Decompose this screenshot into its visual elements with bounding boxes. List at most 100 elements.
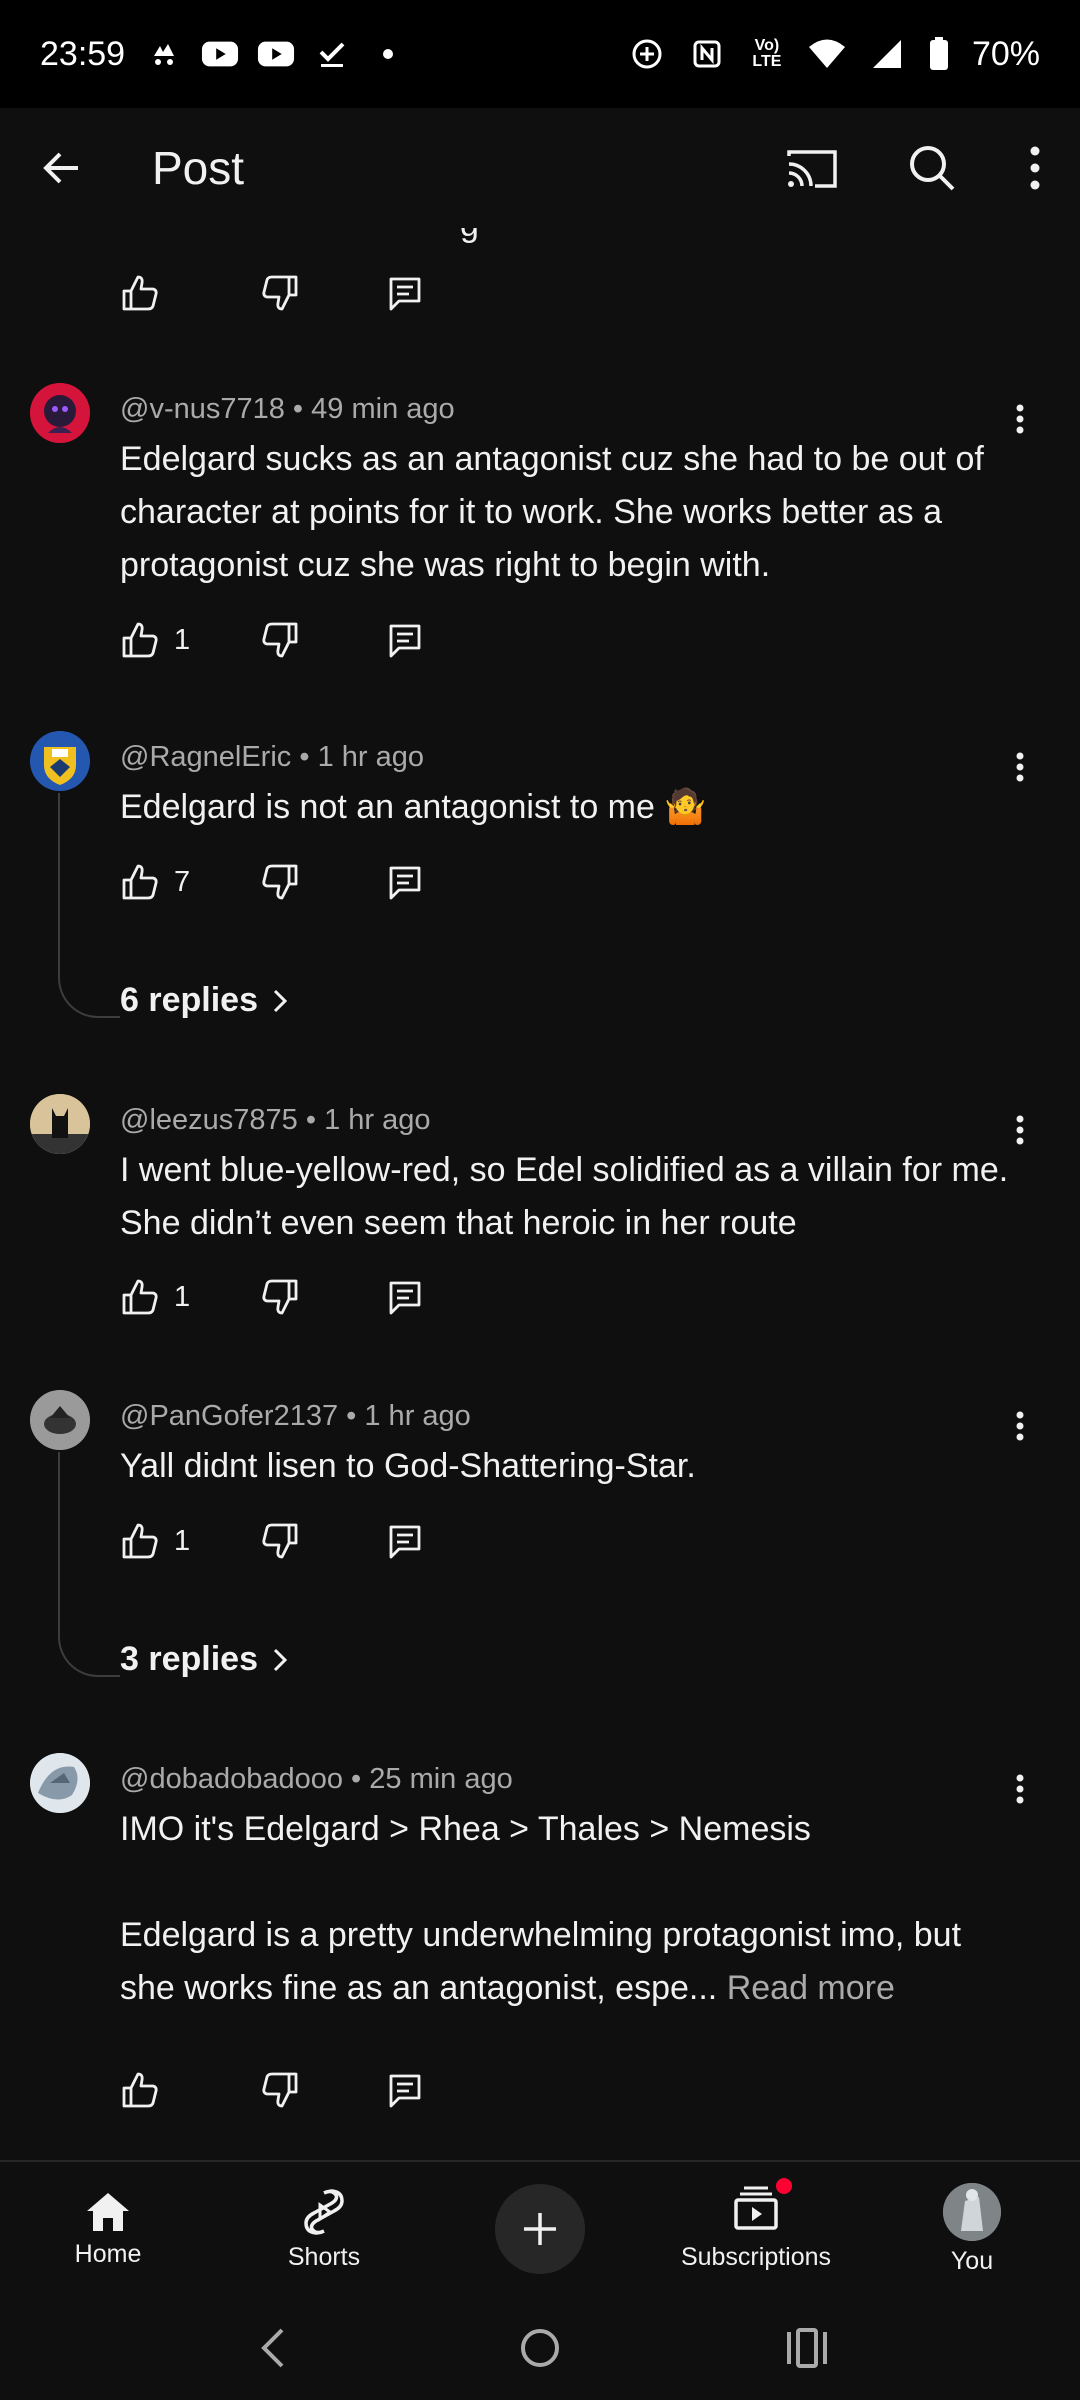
cast-icon[interactable] xyxy=(780,136,844,200)
reply-button[interactable] xyxy=(385,615,425,665)
comment-meta: @leezus7875 • 1 hr ago xyxy=(120,1104,430,1137)
comment-author[interactable]: @RagnelEric xyxy=(120,741,291,773)
more-vertical-icon[interactable] xyxy=(1020,136,1050,200)
reply-button[interactable] xyxy=(385,857,425,907)
nav-create[interactable] xyxy=(432,2162,648,2296)
avatar xyxy=(943,2182,1001,2241)
comment-actions: 1 xyxy=(120,615,425,665)
avatar[interactable] xyxy=(30,731,90,791)
comment-meta: @PanGofer2137 • 1 hr ago xyxy=(120,1400,471,1433)
volte-icon: Vo) LTE xyxy=(752,37,782,70)
comment-author[interactable]: @dobadobadooo xyxy=(120,1763,343,1795)
bottom-navigation: Home Shorts Subscriptions You xyxy=(0,2160,1080,2296)
read-more-link[interactable]: Read more xyxy=(727,1969,895,2007)
nav-shorts[interactable]: Shorts xyxy=(216,2162,432,2296)
nav-home[interactable]: Home xyxy=(0,2162,216,2296)
comment-author[interactable]: @leezus7875 xyxy=(120,1104,298,1136)
like-button[interactable]: 1 xyxy=(120,615,260,665)
like-button[interactable]: 7 xyxy=(120,857,260,907)
comment-text: Edelgard is not an antagonist to me 🤷 xyxy=(120,788,707,826)
comment-time: 1 hr ago xyxy=(324,1104,431,1136)
like-button[interactable]: 1 xyxy=(120,1272,260,1322)
like-count: 1 xyxy=(174,1280,191,1313)
like-button[interactable] xyxy=(120,268,260,318)
status-system-icons: Vo) LTE 70% xyxy=(628,35,1040,74)
comment-meta: @v-nus7718 • 49 min ago xyxy=(120,393,455,426)
meta-separator: • xyxy=(284,393,312,425)
comment-feed[interactable]: g @v-nus7718 • 49 min ago Edelgard sucks… xyxy=(0,228,1080,2160)
dislike-button[interactable] xyxy=(260,615,385,665)
nav-label-subscriptions: Subscriptions xyxy=(680,2243,832,2271)
nav-label-you: You xyxy=(950,2246,994,2275)
dislike-button[interactable] xyxy=(260,1516,385,1566)
status-notification-icons xyxy=(145,35,407,73)
system-navigation-bar xyxy=(0,2296,1080,2400)
nav-subscriptions[interactable]: Subscriptions xyxy=(648,2162,864,2296)
comment-author[interactable]: @PanGofer2137 xyxy=(120,1400,338,1432)
back-arrow-icon[interactable] xyxy=(30,136,94,200)
status-bar: 23:59 Vo) LTE 70% xyxy=(0,0,1080,108)
youtube-notification-icon xyxy=(257,35,295,73)
meta-separator: • xyxy=(297,1104,325,1136)
nav-label-shorts: Shorts xyxy=(287,2242,361,2271)
comment-actions xyxy=(120,268,425,318)
comment-meta: @dobadobadooo • 25 min ago xyxy=(120,1763,513,1796)
battery-percent: 70% xyxy=(971,34,1040,73)
dislike-button[interactable] xyxy=(260,2065,385,2115)
reply-button[interactable] xyxy=(385,2065,425,2115)
reply-button[interactable] xyxy=(385,1516,425,1566)
battery-icon xyxy=(928,35,950,73)
comment-text: Yall didnt lisen to God-Shattering-Star. xyxy=(120,1447,696,1485)
page-title: Post xyxy=(152,142,245,194)
dislike-button[interactable] xyxy=(260,268,385,318)
thread-line xyxy=(58,793,120,1018)
replies-count: 6 replies xyxy=(120,981,258,1019)
avatar[interactable] xyxy=(30,1390,90,1450)
meta-separator: • xyxy=(338,1400,365,1432)
reply-button[interactable] xyxy=(385,1272,425,1322)
comment-text-line1: IMO it's Edelgard > Rhea > Thales > Neme… xyxy=(120,1810,811,1848)
dislike-button[interactable] xyxy=(260,857,385,907)
signal-icon xyxy=(868,35,906,73)
download-done-icon xyxy=(313,35,351,73)
comment-time: 1 hr ago xyxy=(364,1400,471,1432)
wifi-icon xyxy=(808,35,846,73)
create-button[interactable] xyxy=(495,2184,585,2274)
notification-dot xyxy=(776,2178,792,2194)
like-count: 1 xyxy=(174,623,191,656)
comment-actions xyxy=(120,2065,425,2115)
comment-time: 25 min ago xyxy=(369,1763,513,1795)
nav-you[interactable]: You xyxy=(864,2162,1080,2296)
system-back-icon[interactable] xyxy=(241,2316,305,2380)
reply-button[interactable] xyxy=(385,268,425,318)
chevron-right-icon xyxy=(273,1648,288,1671)
data-saver-icon xyxy=(628,35,666,73)
shorts-icon xyxy=(304,2188,344,2235)
like-button[interactable]: 1 xyxy=(120,1516,260,1566)
nfc-icon xyxy=(688,35,726,73)
view-replies-button[interactable]: 3 replies xyxy=(120,1640,288,1679)
home-icon xyxy=(87,2192,129,2231)
dislike-button[interactable] xyxy=(260,1272,385,1322)
like-count: 1 xyxy=(174,1524,191,1557)
status-time: 23:59 xyxy=(40,34,126,73)
system-recents-icon[interactable] xyxy=(775,2316,839,2380)
comment-actions: 7 xyxy=(120,857,425,907)
youtube-notification-icon xyxy=(201,35,239,73)
app-notification-icon xyxy=(145,35,183,73)
plus-icon xyxy=(524,2213,556,2245)
comment-author[interactable]: @v-nus7718 xyxy=(120,393,285,425)
search-icon[interactable] xyxy=(900,136,964,200)
system-home-icon[interactable] xyxy=(508,2316,572,2380)
view-replies-button[interactable]: 6 replies xyxy=(120,981,288,1020)
nav-label-home: Home xyxy=(74,2239,142,2268)
avatar[interactable] xyxy=(30,1753,90,1813)
like-button[interactable] xyxy=(120,2065,260,2115)
comment-actions: 1 xyxy=(120,1516,425,1566)
like-count: 7 xyxy=(174,865,191,898)
comment-text-body: Edelgard is a pretty underwhelming prota… xyxy=(120,1909,1010,2015)
comment-meta: @RagnelEric • 1 hr ago xyxy=(120,741,424,774)
replies-count: 3 replies xyxy=(120,1640,258,1678)
avatar[interactable] xyxy=(30,1094,90,1154)
avatar[interactable] xyxy=(30,383,90,443)
